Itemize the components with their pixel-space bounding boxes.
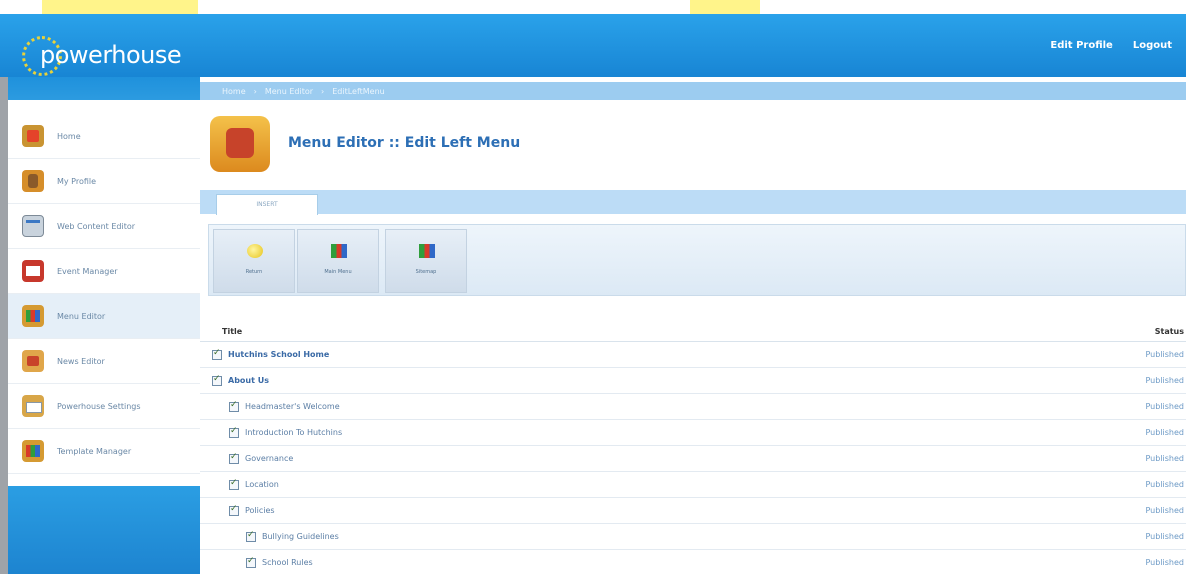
row-checkbox[interactable] xyxy=(229,504,239,516)
table-row[interactable]: Policies Published xyxy=(200,498,1186,524)
table-row[interactable]: Hutchins School Home Published xyxy=(200,342,1186,368)
column-status[interactable]: Status xyxy=(1155,327,1184,336)
row-checkbox[interactable] xyxy=(246,530,256,542)
table-row[interactable]: School Rules Published xyxy=(200,550,1186,574)
table-row[interactable]: Location Published xyxy=(200,472,1186,498)
row-checkbox[interactable] xyxy=(229,426,239,438)
row-title[interactable]: School Rules xyxy=(262,558,313,567)
row-status[interactable]: Published xyxy=(1145,532,1184,541)
sidebar-item-label: Template Manager xyxy=(57,446,132,456)
row-status[interactable]: Published xyxy=(1145,376,1184,385)
row-checkbox[interactable] xyxy=(212,348,222,360)
table-row[interactable]: Governance Published xyxy=(200,446,1186,472)
row-title[interactable]: Governance xyxy=(245,454,293,463)
row-checkbox[interactable] xyxy=(229,400,239,412)
sitemap-button[interactable]: Sitemap xyxy=(385,229,467,293)
sidebar-item-label: Powerhouse Settings xyxy=(57,401,141,411)
column-title[interactable]: Title xyxy=(222,327,242,336)
menu-grid-icon xyxy=(22,305,44,327)
row-title[interactable]: About Us xyxy=(228,376,269,385)
sidebar-item-powerhouse-settings[interactable]: Powerhouse Settings xyxy=(8,384,200,429)
sidebar-item-my-profile[interactable]: My Profile xyxy=(8,159,200,204)
row-status[interactable]: Published xyxy=(1145,480,1184,489)
table-row[interactable]: Bullying Guidelines Published xyxy=(200,524,1186,550)
calendar-icon xyxy=(22,260,44,282)
table-row[interactable]: About Us Published xyxy=(200,368,1186,394)
row-checkbox[interactable] xyxy=(212,374,222,386)
row-status[interactable]: Published xyxy=(1145,350,1184,359)
sidebar-item-news-editor[interactable]: News Editor xyxy=(8,339,200,384)
row-title[interactable]: Introduction To Hutchins xyxy=(245,428,342,437)
breadcrumb-current: EditLeftMenu xyxy=(332,86,385,96)
table-body: Hutchins School Home Published About Us Pub… xyxy=(200,342,1186,574)
web-content-icon xyxy=(22,215,44,237)
row-title[interactable]: Location xyxy=(245,480,279,489)
breadcrumb-menu-editor[interactable]: Menu Editor xyxy=(265,87,313,96)
row-title[interactable]: Headmaster's Welcome xyxy=(245,402,340,411)
ribbon-tabbar: INSERT xyxy=(200,190,1186,215)
menu-items-table: Title Status Hutchins School Home Publish… xyxy=(200,322,1186,574)
sidebar: Home My Profile Web Content Editor Event… xyxy=(0,77,200,574)
profile-icon xyxy=(22,170,44,192)
row-checkbox[interactable] xyxy=(229,452,239,464)
sidebar-item-event-manager[interactable]: Event Manager xyxy=(8,249,200,294)
table-row[interactable]: Headmaster's Welcome Published xyxy=(200,394,1186,420)
sidebar-item-label: Event Manager xyxy=(57,266,118,276)
main-content: Menu Editor :: Edit Left Menu INSERT Ret… xyxy=(200,100,1186,574)
app-header: powerhouse Edit Profile Logout xyxy=(0,14,1186,77)
sidebar-item-label: Home xyxy=(57,131,81,141)
main-menu-button[interactable]: Main Menu xyxy=(297,229,379,293)
row-status[interactable]: Published xyxy=(1145,506,1184,515)
news-icon xyxy=(22,350,44,372)
row-checkbox[interactable] xyxy=(229,478,239,490)
row-status[interactable]: Published xyxy=(1145,558,1184,567)
sidebar-item-label: Web Content Editor xyxy=(57,221,136,231)
sidebar-item-home[interactable]: Home xyxy=(8,114,200,159)
row-checkbox[interactable] xyxy=(246,556,256,568)
header-links: Edit Profile Logout xyxy=(1050,40,1172,51)
table-row[interactable]: Introduction To Hutchins Published xyxy=(200,420,1186,446)
return-icon xyxy=(247,244,263,258)
sidebar-item-label: Menu Editor xyxy=(57,311,106,321)
row-status[interactable]: Published xyxy=(1145,402,1184,411)
sidebar-item-web-content-editor[interactable]: Web Content Editor xyxy=(8,204,200,249)
row-status[interactable]: Published xyxy=(1145,454,1184,463)
breadcrumb-home[interactable]: Home xyxy=(222,87,246,96)
powerhouse-logo[interactable]: powerhouse xyxy=(22,36,192,76)
sidebar-item-template-manager[interactable]: Template Manager xyxy=(8,429,200,474)
sidebar-item-label: News Editor xyxy=(57,356,105,366)
row-title[interactable]: Bullying Guidelines xyxy=(262,532,339,541)
ribbon-toolbar: Return Main Menu Sitemap xyxy=(208,224,1186,296)
return-button[interactable]: Return xyxy=(213,229,295,293)
page-title: Menu Editor :: Edit Left Menu xyxy=(288,135,521,151)
tab-insert[interactable]: INSERT xyxy=(216,194,318,215)
table-header: Title Status xyxy=(200,322,1186,342)
menu-grid-icon xyxy=(331,244,347,258)
sitemap-icon xyxy=(419,244,435,258)
row-title[interactable]: Policies xyxy=(245,506,275,515)
logout-link[interactable]: Logout xyxy=(1133,40,1172,51)
row-status[interactable]: Published xyxy=(1145,428,1184,437)
sidebar-item-label: My Profile xyxy=(57,176,97,186)
home-icon xyxy=(22,125,44,147)
settings-icon xyxy=(22,395,44,417)
row-title[interactable]: Hutchins School Home xyxy=(228,350,329,359)
template-icon xyxy=(22,440,44,462)
edit-profile-link[interactable]: Edit Profile xyxy=(1050,40,1112,51)
breadcrumb: Home › Menu Editor › EditLeftMenu xyxy=(200,82,1186,100)
menu-editor-rss-icon xyxy=(210,116,270,172)
logo-text: powerhouse xyxy=(40,41,182,69)
sidebar-nav: Home My Profile Web Content Editor Event… xyxy=(8,114,200,474)
top-highlight-strip xyxy=(0,0,1186,14)
sidebar-item-menu-editor[interactable]: Menu Editor xyxy=(8,294,200,339)
